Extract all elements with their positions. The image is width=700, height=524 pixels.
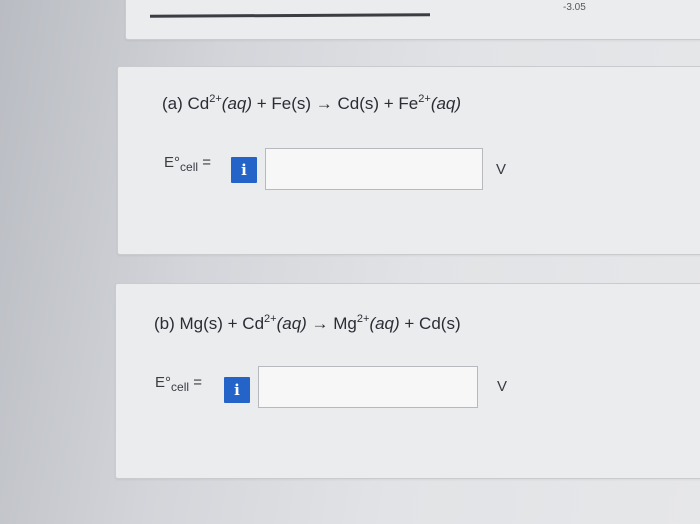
e-cell-input-a[interactable] xyxy=(265,148,483,190)
info-icon[interactable]: i xyxy=(231,157,257,183)
e-cell-label-a: E°cell = xyxy=(164,154,211,174)
unit-label-b: V xyxy=(497,378,508,395)
previous-value: -3.05 xyxy=(563,2,586,13)
reaction-equation-a: (a) Cd2+(aq) + Fe(s) → Cd(s) + Fe2+(aq) xyxy=(162,93,462,113)
e-cell-input-b[interactable] xyxy=(258,366,478,408)
unit-label-a: V xyxy=(496,161,507,178)
info-icon[interactable]: i xyxy=(224,377,250,403)
e-cell-label-b: E°cell = xyxy=(155,374,202,394)
previous-question-panel xyxy=(125,0,700,40)
reaction-equation-b: (b) Mg(s) + Cd2+(aq) → Mg2+(aq) + Cd(s) xyxy=(154,313,461,333)
